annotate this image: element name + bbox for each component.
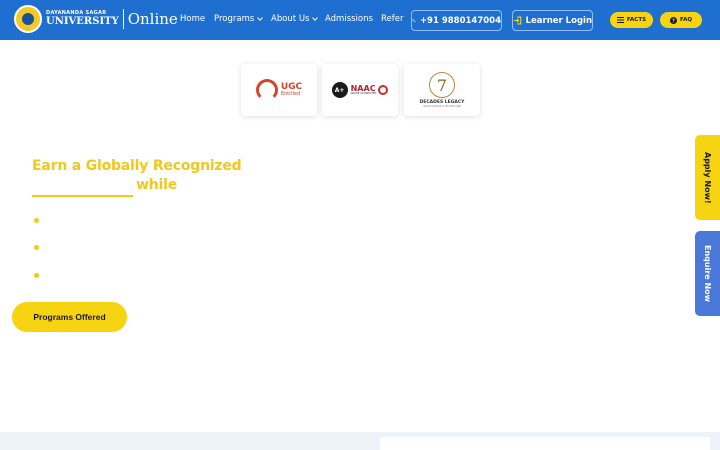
facts-button[interactable]: FACTS [610, 12, 653, 28]
enquire-now-tab[interactable]: Enquire Now [695, 231, 720, 316]
logo-brand: Online [127, 10, 178, 28]
learner-login-button[interactable]: Learner Login [512, 10, 593, 31]
faq-label: FAQ [679, 17, 693, 23]
chevron-down-icon [257, 14, 264, 21]
faq-button[interactable]: ? FAQ [660, 12, 702, 28]
menu-lines-icon [616, 17, 624, 23]
hero-bullet [34, 273, 39, 278]
naac-seal-icon [378, 85, 389, 95]
legacy-card: 7 DECADES LEGACY IN EDUCATION & HEALTHCA… [404, 64, 480, 116]
naac-card: A+ NAAC GRADE ACCREDITED [322, 64, 398, 116]
logo-divider [122, 9, 124, 29]
nav-about-us[interactable]: About Us [271, 14, 319, 24]
nav-admissions-label: Admissions [325, 14, 373, 24]
phone-icon [412, 18, 416, 23]
facts-label: FACTS [626, 17, 647, 23]
nav-about-us-label: About Us [271, 14, 310, 24]
hero-headline-line-2: while [136, 177, 177, 193]
chevron-down-icon [312, 14, 319, 21]
phone-button[interactable]: +91 9880147004 [411, 10, 502, 31]
enquire-now-label: Enquire Now [703, 244, 712, 303]
legacy-subtitle: IN EDUCATION & HEALTHCARE [422, 105, 462, 108]
hero-headline-line-1: Earn a Globally Recognized [32, 158, 242, 174]
nav-programs-label: Programs [214, 14, 255, 24]
university-seal-icon [14, 5, 42, 33]
nav-home-label: Home [180, 14, 206, 24]
naac-subtitle: GRADE ACCREDITED [350, 91, 377, 95]
top-navbar: DAYANANDA SAGAR UNIVERSITY Online Home P… [0, 0, 720, 40]
naac-grade-badge: A+ [331, 82, 348, 98]
nav-refer[interactable]: Refer [381, 14, 403, 24]
next-section-card [380, 437, 710, 450]
hero-bullet [34, 218, 39, 223]
learner-login-label: Learner Login [525, 15, 592, 26]
svg-text:?: ? [672, 18, 675, 24]
apply-now-label: Apply Now! [703, 151, 712, 204]
hero-underline [32, 195, 133, 197]
nav-programs[interactable]: Programs [214, 14, 264, 24]
hero-bullet [34, 245, 39, 250]
nav-refer-label: Refer [381, 14, 404, 24]
logo-university-name: DAYANANDA SAGAR UNIVERSITY [46, 11, 119, 27]
nav-home[interactable]: Home [180, 14, 205, 24]
programs-offered-button[interactable]: Programs Offered [12, 302, 127, 332]
login-icon [513, 16, 522, 25]
ugc-subtitle: Entitled [280, 91, 301, 97]
question-icon: ? [669, 16, 677, 24]
phone-number: +91 9880147004 [419, 15, 501, 26]
ugc-emblem-icon [255, 79, 278, 101]
site-logo[interactable]: DAYANANDA SAGAR UNIVERSITY Online [14, 5, 178, 33]
logo-line-2: UNIVERSITY [46, 16, 119, 27]
apply-now-tab[interactable]: Apply Now! [695, 135, 720, 220]
page: DAYANANDA SAGAR UNIVERSITY Online Home P… [0, 0, 720, 450]
legacy-number: 7 [428, 72, 455, 98]
nav-admissions[interactable]: Admissions [325, 14, 373, 24]
ugc-card: UGC Entitled [241, 64, 317, 116]
